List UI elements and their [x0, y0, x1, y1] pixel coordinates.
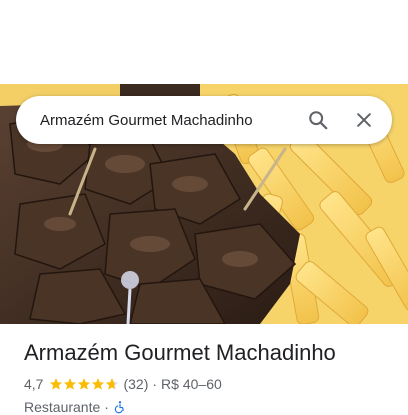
rating-stars: [49, 377, 119, 391]
star-icon: [64, 378, 77, 390]
price-range: R$ 40–60: [161, 376, 222, 392]
star-half-icon: [106, 378, 119, 390]
star-icon: [92, 378, 105, 390]
star-icon: [50, 378, 63, 390]
close-button[interactable]: [344, 100, 384, 140]
separator: ·: [152, 376, 158, 392]
search-bar[interactable]: Armazém Gourmet Machadinho: [16, 96, 392, 144]
star-icon: [78, 378, 91, 390]
search-input[interactable]: Armazém Gourmet Machadinho: [16, 112, 298, 129]
rating-row[interactable]: 4,7 (32) · R$ 40–60: [24, 375, 394, 393]
review-count[interactable]: (32): [123, 376, 148, 392]
wheelchair-icon: [114, 401, 125, 414]
place-category: Restaurante: [24, 399, 101, 415]
category-row: Restaurante ·: [24, 399, 394, 415]
rating-value: 4,7: [24, 376, 44, 392]
place-title: Armazém Gourmet Machadinho: [24, 340, 336, 365]
close-icon: [357, 113, 371, 127]
search-button[interactable]: [298, 100, 338, 140]
separator: ·: [104, 399, 109, 415]
place-details[interactable]: Armazém Gourmet Machadinho 4,7 (32) · R$…: [24, 338, 394, 415]
search-icon: [309, 111, 328, 130]
